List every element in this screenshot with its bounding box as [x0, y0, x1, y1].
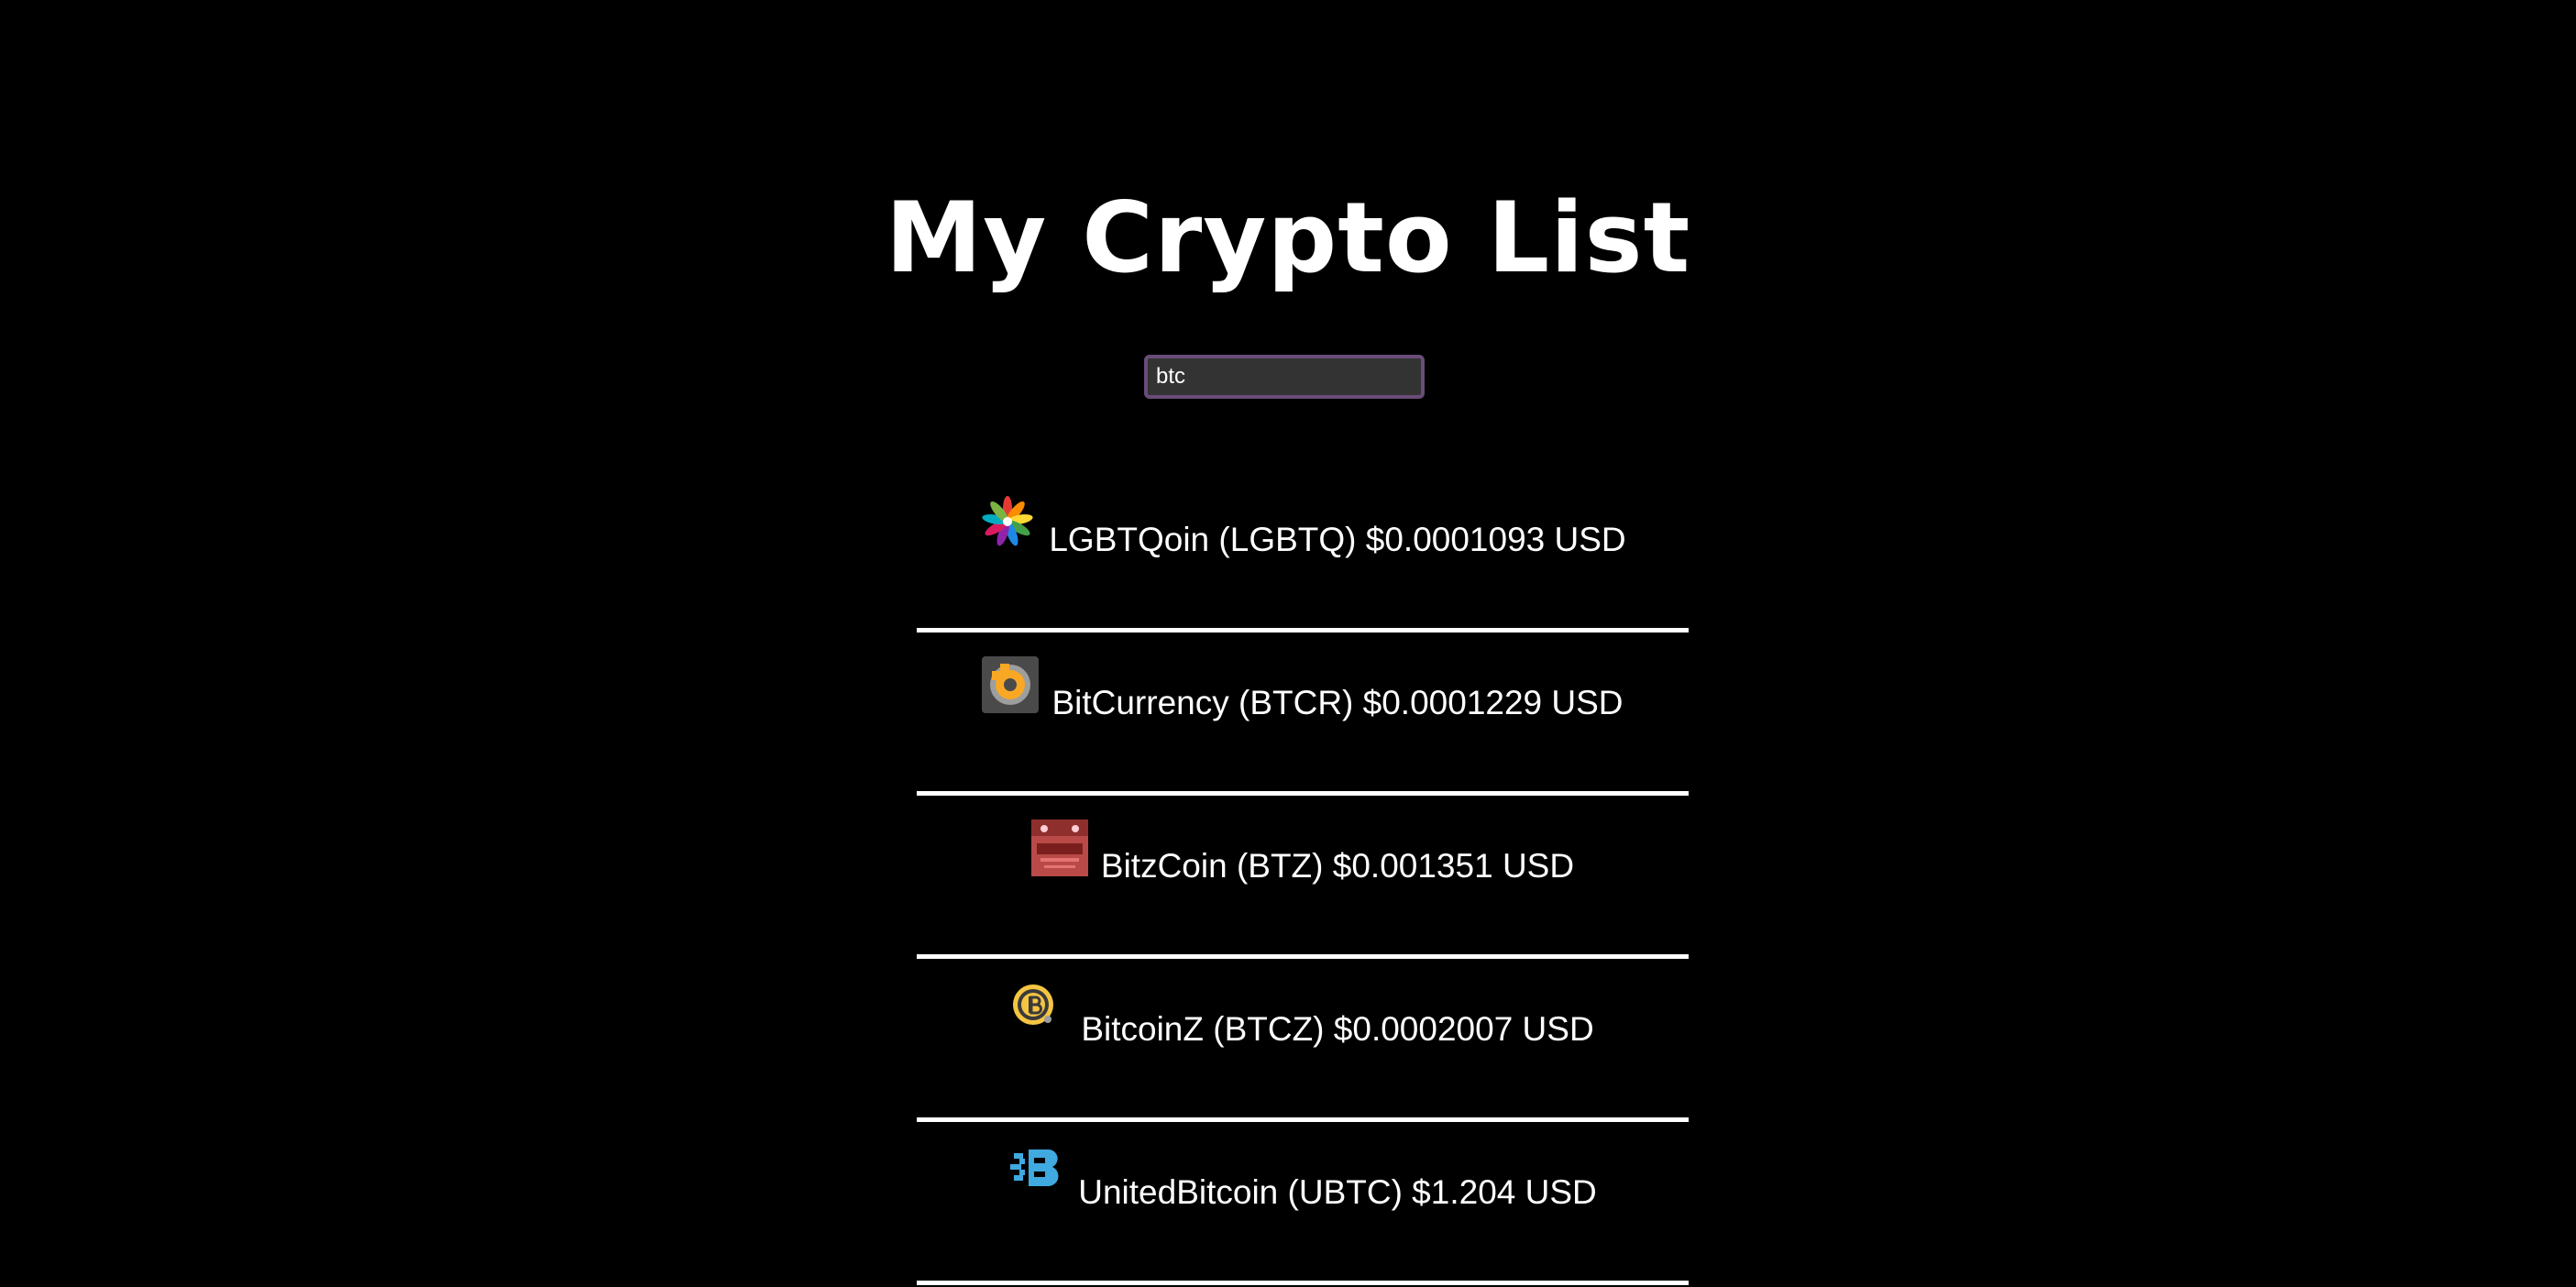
bitcoinz-logo-icon [1013, 984, 1054, 1025]
page-title: My Crypto List [885, 182, 1691, 294]
coin-row: BitzCoin (BTZ) $0.001351 USD [917, 820, 1689, 886]
coin-row: BitCurrency (BTCR) $0.0001229 USD [917, 656, 1689, 723]
bitcurrency-logo-icon [982, 656, 1040, 713]
list-item[interactable]: BitcoinZ (BTCZ) $0.0002007 USD [917, 959, 1689, 1122]
lgbtq-flower-logo-icon [982, 496, 1033, 546]
list-item[interactable]: BitzCoin (BTZ) $0.001351 USD [917, 796, 1689, 959]
coin-list: LGBTQoin (LGBTQ) $0.0001093 USD BitCurre… [917, 469, 1689, 1285]
coin-label: BitCurrency (BTCR) $0.0001229 USD [1051, 684, 1624, 721]
coin-row: UnitedBitcoin (UBTC) $1.204 USD [917, 1146, 1689, 1213]
coin-label: BitcoinZ (BTCZ) $0.0002007 USD [1081, 1010, 1594, 1048]
search-input[interactable] [1144, 355, 1425, 399]
unitedbitcoin-logo-icon [1010, 1150, 1059, 1186]
coin-row: BitcoinZ (BTCZ) $0.0002007 USD [917, 983, 1689, 1050]
list-item[interactable]: UnitedBitcoin (UBTC) $1.204 USD [917, 1122, 1689, 1285]
list-item[interactable]: BitCurrency (BTCR) $0.0001229 USD [917, 632, 1689, 796]
list-item[interactable]: LGBTQoin (LGBTQ) $0.0001093 USD [917, 469, 1689, 632]
coin-label: BitzCoin (BTZ) $0.001351 USD [1100, 847, 1575, 885]
coin-row: LGBTQoin (LGBTQ) $0.0001093 USD [917, 493, 1689, 560]
coin-label: UnitedBitcoin (UBTC) $1.204 USD [1078, 1173, 1597, 1211]
coin-label: LGBTQoin (LGBTQ) $0.0001093 USD [1049, 521, 1626, 558]
bitzcoin-logo-icon [1030, 820, 1088, 876]
